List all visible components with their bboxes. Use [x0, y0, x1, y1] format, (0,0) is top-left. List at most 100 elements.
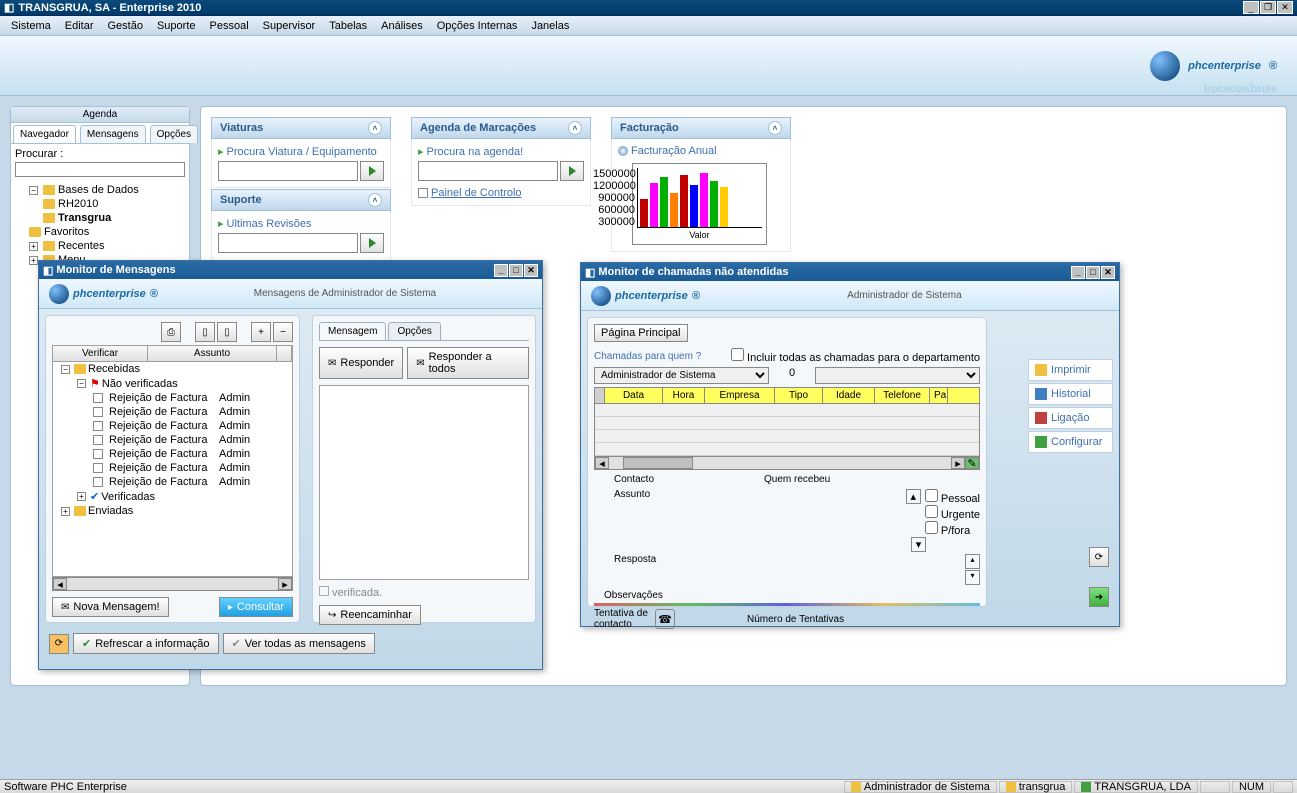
- link-facturacao-anual[interactable]: Facturação Anual: [618, 145, 784, 157]
- grid-add-button[interactable]: ✎: [965, 457, 979, 469]
- resposta-down[interactable]: ▾: [965, 570, 980, 585]
- tree-enviadas[interactable]: Enviadas: [88, 505, 133, 517]
- message-row[interactable]: Rejeição de FacturaAdmin: [53, 405, 292, 419]
- message-row[interactable]: Rejeição de FacturaAdmin: [53, 391, 292, 405]
- refresh-icon-button[interactable]: ⟳: [49, 634, 69, 654]
- tab-mensagens[interactable]: Mensagens: [80, 125, 146, 143]
- link-ultimas-revisoes[interactable]: ▸Ultimas Revisões: [218, 217, 384, 230]
- maximize-button[interactable]: ❐: [1260, 1, 1276, 14]
- tree-bases[interactable]: Bases de Dados: [58, 184, 139, 196]
- menu-pessoal[interactable]: Pessoal: [203, 18, 256, 34]
- message-checkbox[interactable]: [93, 477, 103, 487]
- grid-scroll-thumb[interactable]: [623, 457, 693, 469]
- menu-janelas[interactable]: Janelas: [524, 18, 576, 34]
- procurar-input[interactable]: [15, 162, 185, 177]
- tree-favoritos[interactable]: Favoritos: [44, 226, 89, 238]
- tab-mensagem[interactable]: Mensagem: [319, 322, 386, 340]
- message-checkbox[interactable]: [93, 421, 103, 431]
- message-checkbox[interactable]: [93, 463, 103, 473]
- down-stepper[interactable]: ▾: [911, 537, 926, 552]
- incluir-checkbox[interactable]: [731, 348, 744, 361]
- menu-tabelas[interactable]: Tabelas: [322, 18, 374, 34]
- message-row[interactable]: Rejeição de FacturaAdmin: [53, 447, 292, 461]
- message-checkbox[interactable]: [93, 435, 103, 445]
- collapse-icon[interactable]: ˄: [768, 121, 782, 135]
- msg-minimize-button[interactable]: _: [494, 264, 508, 277]
- message-row[interactable]: Rejeição de FacturaAdmin: [53, 433, 292, 447]
- tab-opcoes[interactable]: Opções: [150, 125, 198, 143]
- agenda-search-input[interactable]: [418, 161, 558, 181]
- action-ligacao[interactable]: Ligação: [1028, 407, 1113, 429]
- collapse-icon[interactable]: ˄: [368, 193, 382, 207]
- menu-supervisor[interactable]: Supervisor: [256, 18, 323, 34]
- minimize-button[interactable]: _: [1243, 1, 1259, 14]
- tree-transgrua[interactable]: Transgrua: [58, 212, 111, 224]
- tree-collapse-icon[interactable]: −: [61, 365, 70, 374]
- up-stepper[interactable]: ▴: [906, 489, 921, 504]
- responder-todos-button[interactable]: ✉ Responder a todos: [407, 347, 529, 379]
- refrescar-button[interactable]: ✔Refrescar a informação: [73, 633, 219, 654]
- grid-scroll-left[interactable]: ◂: [595, 457, 609, 469]
- collapse-icon[interactable]: ˄: [368, 121, 382, 135]
- close-button[interactable]: ✕: [1277, 1, 1293, 14]
- scroll-left-button[interactable]: ◂: [53, 578, 67, 590]
- tree-expand-icon[interactable]: +: [77, 492, 86, 501]
- ver-todas-button[interactable]: ✔Ver todas as mensagens: [223, 633, 375, 654]
- msg-maximize-button[interactable]: □: [509, 264, 523, 277]
- orange-action-button[interactable]: ⟳: [1089, 547, 1109, 567]
- grid-scroll-right[interactable]: ▸: [951, 457, 965, 469]
- green-action-button[interactable]: ➜: [1089, 587, 1109, 607]
- menu-suporte[interactable]: Suporte: [150, 18, 203, 34]
- phone-icon[interactable]: ☎: [655, 609, 675, 629]
- pessoal-checkbox[interactable]: [925, 489, 938, 502]
- menu-analises[interactable]: Análises: [374, 18, 430, 34]
- menu-sistema[interactable]: Sistema: [4, 18, 58, 34]
- tree-expand-icon[interactable]: +: [61, 507, 70, 516]
- tool-button-3[interactable]: ▯: [217, 322, 237, 342]
- tree-expand-icon[interactable]: +: [29, 256, 38, 265]
- tool-button-minus[interactable]: −: [273, 322, 293, 342]
- viatura-go-button[interactable]: [360, 161, 384, 181]
- menu-editar[interactable]: Editar: [58, 18, 101, 34]
- scroll-right-button[interactable]: ▸: [278, 578, 292, 590]
- link-procura-agenda[interactable]: ▸Procura na agenda!: [418, 145, 584, 158]
- suporte-go-button[interactable]: [360, 233, 384, 253]
- urgente-checkbox[interactable]: [925, 505, 938, 518]
- message-row[interactable]: Rejeição de FacturaAdmin: [53, 419, 292, 433]
- tool-button-plus[interactable]: +: [251, 322, 271, 342]
- tree-nao-verificadas[interactable]: Não verificadas: [102, 378, 178, 390]
- tree-recentes[interactable]: Recentes: [58, 240, 104, 252]
- tree-expand-icon[interactable]: +: [29, 242, 38, 251]
- filter-select[interactable]: [815, 367, 980, 384]
- consultar-button[interactable]: ▸ Consultar: [219, 597, 293, 617]
- suporte-search-input[interactable]: [218, 233, 358, 253]
- verificada-checkbox[interactable]: [319, 586, 329, 596]
- collapse-icon[interactable]: ˄: [568, 121, 582, 135]
- action-configurar[interactable]: Configurar: [1028, 431, 1113, 453]
- link-procura-viatura[interactable]: ▸Procura Viatura / Equipamento: [218, 145, 384, 158]
- tab-opcoes-msg[interactable]: Opções: [388, 322, 440, 340]
- action-historial[interactable]: Historial: [1028, 383, 1113, 405]
- menu-opcoes[interactable]: Opções Internas: [430, 18, 525, 34]
- user-select[interactable]: Administrador de Sistema: [594, 367, 769, 384]
- tree-recebidas[interactable]: Recebidas: [88, 363, 140, 375]
- pagina-principal-button[interactable]: Página Principal: [594, 324, 688, 342]
- nova-mensagem-button[interactable]: ✉ Nova Mensagem!: [52, 597, 169, 617]
- agenda-go-button[interactable]: [560, 161, 584, 181]
- menu-gestao[interactable]: Gestão: [101, 18, 150, 34]
- call-minimize-button[interactable]: _: [1071, 266, 1085, 279]
- tree-verificadas[interactable]: Verificadas: [101, 491, 155, 503]
- pfora-checkbox[interactable]: [925, 521, 938, 534]
- tree-collapse-icon[interactable]: −: [77, 379, 86, 388]
- viatura-search-input[interactable]: [218, 161, 358, 181]
- tree-collapse-icon[interactable]: −: [29, 186, 38, 195]
- link-painel-controlo[interactable]: Painel de Controlo: [418, 187, 584, 199]
- call-close-button[interactable]: ✕: [1101, 266, 1115, 279]
- message-row[interactable]: Rejeição de FacturaAdmin: [53, 475, 292, 489]
- tool-button-2[interactable]: ▯: [195, 322, 215, 342]
- message-checkbox[interactable]: [93, 393, 103, 403]
- tab-navegador[interactable]: Navegador: [13, 125, 76, 143]
- responder-button[interactable]: ✉ Responder: [319, 347, 403, 379]
- reencaminhar-button[interactable]: ↪ Reencaminhar: [319, 605, 421, 625]
- call-maximize-button[interactable]: □: [1086, 266, 1100, 279]
